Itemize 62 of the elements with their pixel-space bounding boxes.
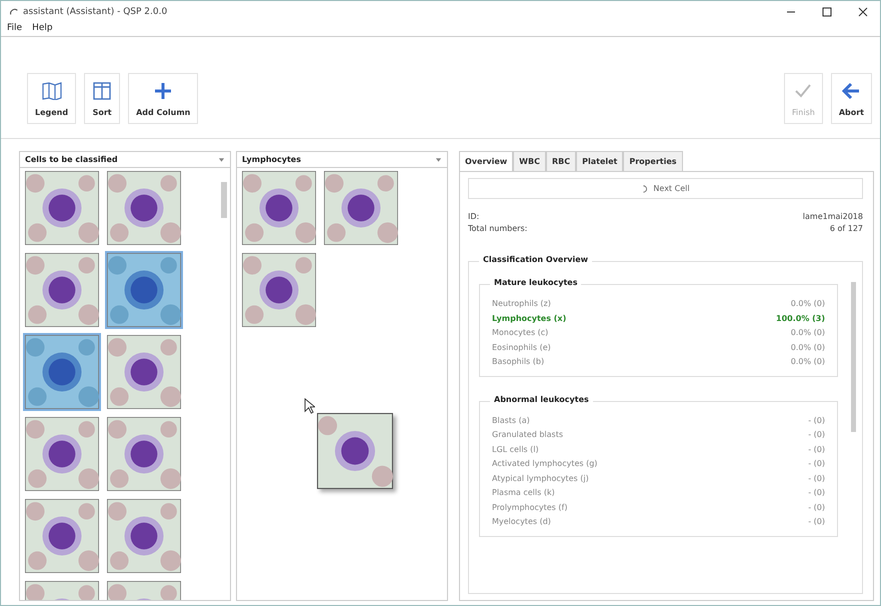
classification-row-text: Activated lymphocytes (g) - (0) (492, 458, 825, 470)
tab[interactable]: WBC (513, 151, 546, 171)
cell-image[interactable] (107, 171, 181, 245)
cell-image[interactable] (242, 253, 316, 327)
next-cell-button[interactable]: Next Cell (468, 178, 863, 199)
cell-image[interactable] (25, 417, 99, 491)
classification-row-text: Lymphocytes (x) 100.0% (3) (492, 312, 825, 325)
plus-icon (153, 82, 174, 100)
column-dropdown[interactable]: Lymphocytes (237, 152, 447, 168)
classification-row-text: Prolymphocytes (f) - (0) (492, 502, 825, 514)
classification-row-text: Eosinophils (e) 0.0% (0) (492, 342, 825, 354)
close-icon[interactable] (858, 7, 868, 17)
back-arrow-icon (841, 82, 862, 100)
info-value: lame1mai2018 (802, 211, 863, 223)
cell-image[interactable] (107, 253, 181, 327)
spinner-icon (9, 7, 19, 17)
cell-image[interactable] (324, 171, 398, 245)
checkmark-icon (793, 82, 814, 100)
panel-title: Classification Overview (479, 255, 592, 264)
column-dropdown[interactable]: Cells to be classified (20, 152, 230, 168)
mouse-cursor-icon (304, 398, 315, 414)
tab[interactable]: RBC (546, 151, 576, 171)
cell-image[interactable] (107, 417, 181, 491)
caret-icon (218, 156, 225, 162)
caret-icon (435, 156, 442, 162)
window-title: assistant (Assistant) - QSP 2.0.0 (23, 7, 168, 17)
cell-image[interactable] (242, 171, 316, 245)
classification-row-text: Plasma cells (k) - (0) (492, 487, 825, 499)
cell-image[interactable] (107, 499, 181, 573)
group-title: Abnormal leukocytes (490, 394, 593, 404)
tab[interactable]: Platelet (576, 151, 624, 171)
classification-row-text: Blasts (a) - (0) (492, 414, 825, 426)
legend-button[interactable]: Legend (27, 73, 76, 124)
spinner-icon (641, 184, 650, 192)
menu-item[interactable]: File (7, 23, 22, 33)
classification-row-text: Atypical lymphocytes (j) - (0) (492, 472, 825, 485)
classification-row-text: Myelocytes (d) - (0) (492, 516, 825, 528)
cell-image[interactable] (25, 335, 99, 409)
menu-item[interactable]: Help (32, 23, 53, 33)
cell-image[interactable] (25, 171, 99, 245)
classification-row-text: Neutrophils (z) 0.0% (0) (492, 298, 825, 310)
cell-image[interactable] (25, 253, 99, 327)
classification-row-text: Basophils (b) 0.0% (0) (492, 356, 825, 368)
cell-image[interactable] (107, 335, 181, 409)
info-value: 6 of 127 (830, 223, 863, 235)
cell-image[interactable] (25, 499, 99, 573)
tab[interactable]: Properties (623, 151, 683, 171)
abort-button[interactable]: Abort (830, 73, 872, 124)
map-icon (42, 82, 62, 100)
info-label: Total numbers: (468, 223, 528, 235)
scrollbar[interactable] (851, 282, 856, 432)
maximize-icon[interactable] (822, 7, 832, 17)
group-title: Mature leukocytes (490, 278, 582, 287)
add-column-button[interactable]: Add Column (128, 73, 198, 124)
classification-row-text: Monocytes (c) 0.0% (0) (492, 327, 825, 339)
classification-row-text: Granulated blasts - (0) (492, 429, 825, 441)
classification-row-text: LGL cells (l) - (0) (492, 444, 825, 456)
scrollbar[interactable] (221, 182, 227, 218)
tab[interactable]: Overview (459, 151, 514, 171)
info-label: ID: (468, 211, 480, 223)
columns-icon (92, 82, 112, 100)
sort-button[interactable]: Sort (84, 73, 120, 124)
